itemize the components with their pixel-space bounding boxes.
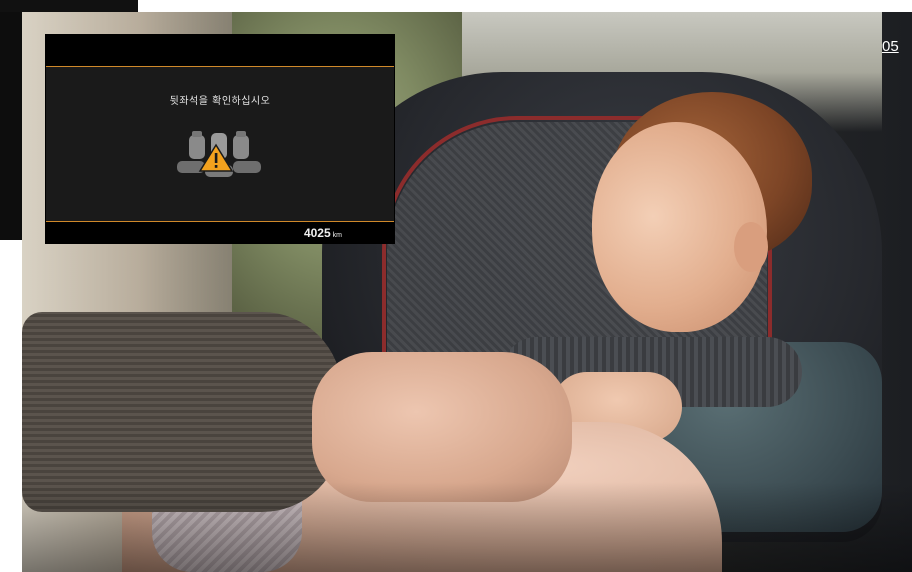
odometer-value: 4025: [303, 226, 331, 240]
odometer: 4025 km: [304, 226, 342, 240]
odometer-unit: km: [332, 232, 342, 239]
adult-hand: [312, 352, 572, 502]
page-number: 05: [882, 38, 899, 55]
instrument-cluster-display: 뒷좌석을 확인하십시오 4025 km: [46, 35, 394, 243]
top-dark-strip: [0, 0, 138, 12]
cluster-divider-top: [46, 66, 394, 67]
rear-seat-reminder-message: 뒷좌석을 확인하십시오: [169, 96, 271, 107]
rear-seat-warning-icon: [177, 131, 261, 177]
cluster-header-bar: [46, 35, 394, 66]
left-dark-panel: [0, 12, 22, 240]
